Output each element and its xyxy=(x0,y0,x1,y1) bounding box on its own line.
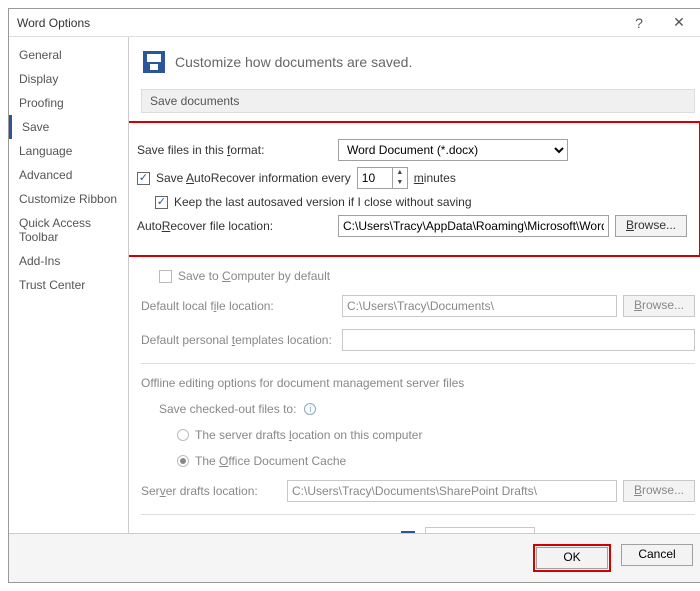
autorecover-minutes-input[interactable] xyxy=(357,167,393,189)
ar-location-input[interactable] xyxy=(338,215,609,237)
sidebar: General Display Proofing Save Language A… xyxy=(9,37,129,533)
section-save-documents: Save documents xyxy=(141,89,695,113)
page-title: Customize how documents are saved. xyxy=(175,54,412,70)
keep-last-checkbox[interactable]: ✓ xyxy=(155,196,168,209)
save-icon xyxy=(143,51,165,73)
radio-office-cache-label: The Office Document Cache xyxy=(195,454,346,468)
autorecover-spinner[interactable]: ▲▼ xyxy=(393,167,408,189)
save-computer-checkbox[interactable] xyxy=(159,270,172,283)
default-local-browse[interactable]: Browse... xyxy=(623,295,695,317)
ar-browse-button[interactable]: Browse... xyxy=(615,215,687,237)
sidebar-item-save[interactable]: Save xyxy=(9,115,128,139)
radio-office-cache[interactable] xyxy=(177,455,189,467)
content-pane: Customize how documents are saved. Save … xyxy=(129,37,700,533)
ok-button[interactable]: OK xyxy=(536,547,608,569)
sidebar-item-qat[interactable]: Quick Access Toolbar xyxy=(9,211,128,249)
sidebar-item-general[interactable]: General xyxy=(9,43,128,67)
section-offline: Offline editing options for document man… xyxy=(141,376,695,390)
titlebar: Word Options ? ✕ xyxy=(9,9,700,37)
save-format-label: Save files in this format: xyxy=(137,143,332,157)
sidebar-item-display[interactable]: Display xyxy=(9,67,128,91)
server-drafts-browse[interactable]: Browse... xyxy=(623,480,695,502)
window-title: Word Options xyxy=(17,16,619,30)
server-drafts-input[interactable] xyxy=(287,480,617,502)
info-icon[interactable]: i xyxy=(304,403,316,415)
sidebar-item-advanced[interactable]: Advanced xyxy=(9,163,128,187)
highlight-box: Save files in this format: Word Document… xyxy=(129,121,700,257)
close-button[interactable]: ✕ xyxy=(659,14,699,31)
cancel-button[interactable]: Cancel xyxy=(621,544,693,566)
default-templates-input[interactable] xyxy=(342,329,695,351)
radio-server-drafts[interactable] xyxy=(177,429,189,441)
sidebar-item-language[interactable]: Language xyxy=(9,139,128,163)
sidebar-item-addins[interactable]: Add-Ins xyxy=(9,249,128,273)
help-button[interactable]: ? xyxy=(619,15,659,31)
sidebar-item-proofing[interactable]: Proofing xyxy=(9,91,128,115)
default-local-label: Default local file location: xyxy=(141,299,336,313)
save-format-select[interactable]: Word Document (*.docx) xyxy=(338,139,568,161)
radio-server-drafts-label: The server drafts location on this compu… xyxy=(195,428,422,442)
ar-location-label: AutoRecover file location: xyxy=(137,219,332,233)
sidebar-item-trust-center[interactable]: Trust Center xyxy=(9,273,128,297)
keep-last-label: Keep the last autosaved version if I clo… xyxy=(174,195,472,209)
sidebar-item-customize-ribbon[interactable]: Customize Ribbon xyxy=(9,187,128,211)
default-local-input[interactable] xyxy=(342,295,617,317)
autorecover-label: Save AutoRecover information every xyxy=(156,171,351,185)
save-computer-label: Save to Computer by default xyxy=(178,269,330,283)
server-drafts-label: Server drafts location: xyxy=(141,484,281,498)
save-checked-out-label: Save checked-out files to: xyxy=(159,402,296,416)
autorecover-checkbox[interactable]: ✓ xyxy=(137,172,150,185)
autorecover-unit: minutes xyxy=(414,171,456,185)
default-templates-label: Default personal templates location: xyxy=(141,333,336,347)
